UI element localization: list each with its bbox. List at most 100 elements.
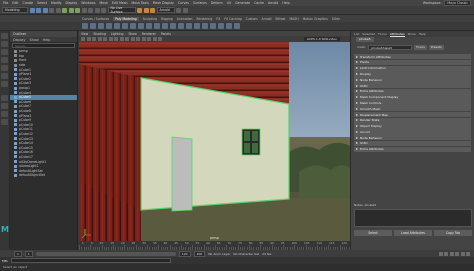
attribute-section[interactable]: Node Behavior <box>354 134 471 141</box>
viewport-menu-view[interactable]: View <box>81 32 88 36</box>
shelf-tab-rendering[interactable]: Rendering <box>197 17 213 21</box>
shelf-tab-animation[interactable]: Animation <box>177 17 193 21</box>
textured-icon[interactable] <box>130 37 135 41</box>
menu-deform[interactable]: Deform <box>211 1 223 5</box>
render-view-icon[interactable] <box>182 7 188 13</box>
notes-textarea[interactable] <box>354 209 472 227</box>
attr-tab-selected[interactable]: Selected <box>362 32 375 36</box>
snap-curve-icon[interactable] <box>88 7 93 13</box>
anim-layer-menu[interactable]: No Anim Layer <box>208 252 230 256</box>
smooth-shade-icon[interactable] <box>125 37 129 41</box>
select-by-hierarchy-icon[interactable] <box>62 7 67 13</box>
single-pane-icon[interactable] <box>1 95 8 101</box>
multi-cut-icon[interactable] <box>210 23 216 29</box>
combine-icon[interactable] <box>146 23 152 29</box>
smooth-icon[interactable] <box>162 23 168 29</box>
load-attributes-button[interactable]: Load Attributes <box>394 230 432 236</box>
grid-toggle-icon[interactable] <box>103 37 107 41</box>
shelf-tab-curves-surfaces[interactable]: Curves / Surfaces <box>82 17 109 21</box>
scale-tool-icon[interactable] <box>1 73 8 79</box>
play-forward-icon[interactable] <box>455 251 459 256</box>
start-frame-field[interactable]: 1 <box>14 250 22 257</box>
command-language-label[interactable]: MEL <box>2 259 8 263</box>
playback-start-field[interactable]: 1 <box>24 250 33 257</box>
shelf-tab-arnold[interactable]: Arnold <box>262 17 272 21</box>
poly-cube-icon[interactable] <box>90 23 96 29</box>
menu-windows[interactable]: Windows <box>81 1 95 5</box>
poly-plane-icon[interactable] <box>122 23 128 29</box>
attribute-section[interactable]: Limit Information <box>354 65 471 71</box>
uv-editor-icon[interactable] <box>234 23 240 29</box>
shelf-tab-rigging[interactable]: Rigging <box>161 17 173 21</box>
attribute-section[interactable]: Arnold <box>354 129 471 135</box>
shelf-tab-motion-graphics[interactable]: Motion Graphics <box>303 17 328 21</box>
bridge-icon[interactable] <box>194 23 200 29</box>
lights-icon[interactable] <box>136 37 140 41</box>
select-tool-icon[interactable] <box>1 33 8 39</box>
viewport-menu-panels[interactable]: Panels <box>161 32 171 36</box>
attribute-section[interactable]: Extra Attributes <box>354 146 471 152</box>
select-by-component-icon[interactable] <box>75 7 80 13</box>
platonic-icon[interactable] <box>138 23 144 29</box>
menu-surfaces[interactable]: Surfaces <box>193 1 207 5</box>
node-tab[interactable]: pCube5 <box>356 37 374 42</box>
attribute-section[interactable]: Pivots <box>354 59 471 66</box>
attribute-section[interactable]: Mesh Controls <box>354 100 471 106</box>
save-scene-icon[interactable] <box>42 7 48 13</box>
shelf-tab-bifrost[interactable]: Bifrost <box>276 17 286 21</box>
workspace-menu[interactable]: Maya Classic <box>444 0 471 6</box>
target-weld-icon[interactable] <box>226 23 232 29</box>
poly-cone-icon[interactable] <box>106 23 112 29</box>
outliner-layout-icon[interactable] <box>1 119 8 125</box>
viewport-menu-renderer[interactable]: Renderer <box>142 32 156 36</box>
attr-tab-focus[interactable]: Focus <box>378 32 387 36</box>
menu-mesh[interactable]: Mesh <box>100 1 108 5</box>
snap-surface-icon[interactable] <box>101 7 106 13</box>
rotate-tool-icon[interactable] <box>1 65 8 71</box>
undo-icon[interactable] <box>49 7 54 13</box>
select-by-object-icon[interactable] <box>68 7 74 13</box>
viewport-panel[interactable]: View Shading Lighting Show Renderer Panels AC… <box>79 31 350 241</box>
menu-create[interactable]: Create <box>23 1 34 5</box>
attribute-section[interactable]: Node Behavior <box>354 77 471 83</box>
menu-arnold[interactable]: Arnold <box>268 1 278 5</box>
step-back-icon[interactable] <box>444 251 448 256</box>
range-slider-bar[interactable] <box>35 251 176 256</box>
two-pane-icon[interactable] <box>1 111 8 117</box>
attribute-section[interactable]: Transform Attributes <box>354 54 471 60</box>
wireframe-icon[interactable] <box>119 37 124 41</box>
fps-menu[interactable]: 24 fps <box>262 252 271 256</box>
shelf-tab-poly-modeling[interactable]: Poly Modeling <box>113 16 139 21</box>
attribute-section[interactable]: UUID <box>354 82 471 89</box>
live-surface-field[interactable]: No Live Surface <box>107 6 136 14</box>
open-scene-icon[interactable] <box>36 7 41 13</box>
outliner-menu-display[interactable]: Display <box>13 38 26 42</box>
extrude-icon[interactable] <box>186 23 192 29</box>
lasso-tool-icon[interactable] <box>1 41 8 47</box>
viewport-menu-lighting[interactable]: Lighting <box>111 32 124 36</box>
boolean-icon[interactable] <box>170 23 176 29</box>
menu-edit[interactable]: Edit <box>12 1 18 5</box>
snap-point-icon[interactable] <box>94 7 100 13</box>
attr-tab-help[interactable]: Help <box>419 32 426 36</box>
outliner-menu-help[interactable]: Help <box>43 38 51 42</box>
renderer-menu[interactable]: Arnold <box>156 7 175 13</box>
menu-file[interactable]: File <box>3 1 8 5</box>
viewport-menu-shading[interactable]: Shading <box>93 32 106 36</box>
presets-button[interactable]: Presets <box>428 44 444 50</box>
menu-mesh-display[interactable]: Mesh Display <box>153 1 174 5</box>
step-forward-icon[interactable] <box>460 251 465 256</box>
shadows-icon[interactable] <box>141 37 146 41</box>
mirror-icon[interactable] <box>178 23 184 29</box>
poly-sphere-icon[interactable] <box>82 23 88 29</box>
new-scene-icon[interactable] <box>29 7 35 13</box>
end-frame-field[interactable]: 200 <box>193 250 206 257</box>
hypershade-icon[interactable] <box>176 7 181 13</box>
bevel-icon[interactable] <box>202 23 208 29</box>
redo-icon[interactable] <box>55 7 61 13</box>
render-settings-icon[interactable] <box>150 7 155 13</box>
menu-help[interactable]: Help <box>282 1 289 5</box>
shelf-tab-xgen[interactable]: XGen <box>332 17 340 21</box>
ambient-occlusion-icon[interactable] <box>147 37 151 41</box>
outliner-item[interactable]: defaultObjectSet <box>10 173 77 178</box>
